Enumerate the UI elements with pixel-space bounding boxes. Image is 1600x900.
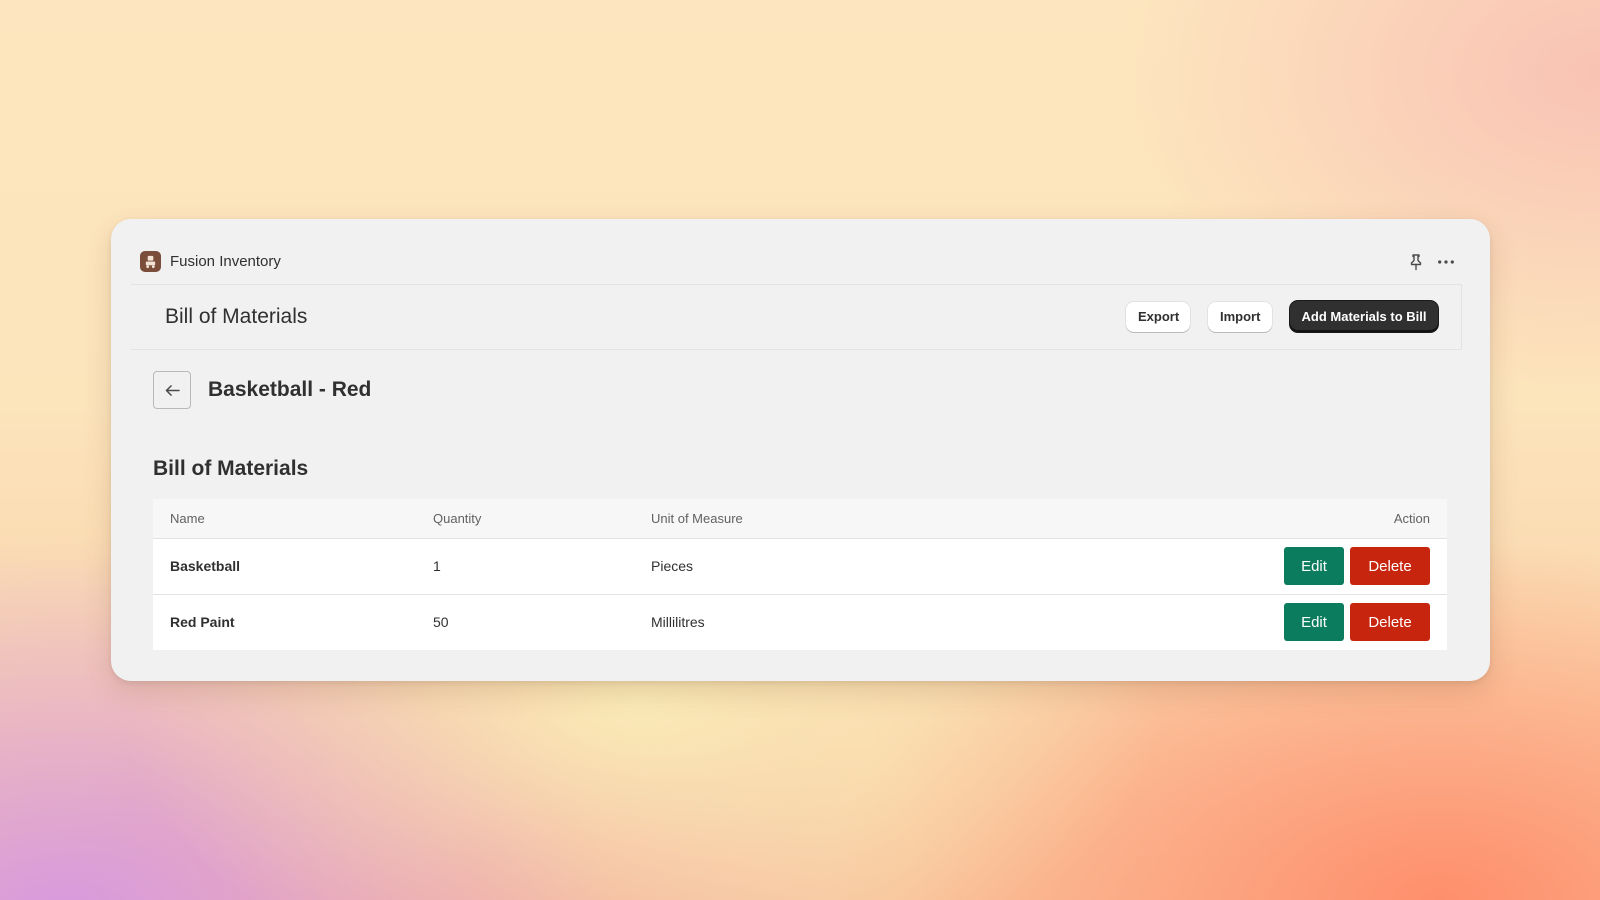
row-name: Basketball <box>170 558 241 574</box>
row-actions: Edit Delete <box>1191 593 1447 650</box>
table-row: Basketball 1 Pieces Edit Delete <box>153 538 1447 594</box>
pin-icon[interactable] <box>1408 253 1424 271</box>
edit-button[interactable]: Edit <box>1284 547 1344 585</box>
table-header-row: Name Quantity Unit of Measure Action <box>153 499 1447 539</box>
row-name: Red Paint <box>153 593 433 650</box>
page-title: Bill of Materials <box>165 305 308 328</box>
app-title: Fusion Inventory <box>170 253 281 270</box>
export-button[interactable]: Export <box>1126 302 1190 332</box>
back-button[interactable] <box>153 371 191 409</box>
table-row: Red Paint 50 Millilitres Edit Delete <box>153 593 1447 650</box>
app-logo-glyph <box>145 255 156 269</box>
product-title: Basketball - Red <box>208 378 372 401</box>
section-title: Bill of Materials <box>153 457 309 480</box>
row-quantity: 1 <box>433 558 441 574</box>
bom-table: Name Quantity Unit of Measure Action Bas… <box>153 499 1447 650</box>
arrow-left-icon <box>165 384 180 396</box>
add-materials-button[interactable]: Add Materials to Bill <box>1290 301 1438 332</box>
delete-button[interactable]: Delete <box>1350 603 1430 642</box>
delete-button[interactable]: Delete <box>1350 547 1430 585</box>
app-window: Fusion Inventory Bill of Materials Expor… <box>111 219 1490 681</box>
column-header-unit: Unit of Measure <box>651 499 1191 539</box>
more-horizontal-icon[interactable] <box>1436 253 1456 271</box>
column-header-quantity: Quantity <box>433 499 651 539</box>
header-divider <box>131 349 1462 350</box>
row-quantity: 50 <box>433 593 651 650</box>
row-unit: Pieces <box>651 558 694 574</box>
import-button[interactable]: Import <box>1208 302 1272 332</box>
title-bar: Fusion Inventory <box>111 219 1490 285</box>
edit-button[interactable]: Edit <box>1284 603 1344 642</box>
app-logo-icon <box>140 251 161 272</box>
page-header: Bill of Materials Export Import Add Mate… <box>131 285 1462 349</box>
table-header: Name Quantity Unit of Measure Action <box>153 499 1447 539</box>
column-header-name: Name <box>153 499 433 539</box>
row-actions: Edit Delete <box>1191 538 1447 594</box>
column-header-action: Action <box>1191 499 1447 539</box>
row-unit: Millilitres <box>651 593 1191 650</box>
